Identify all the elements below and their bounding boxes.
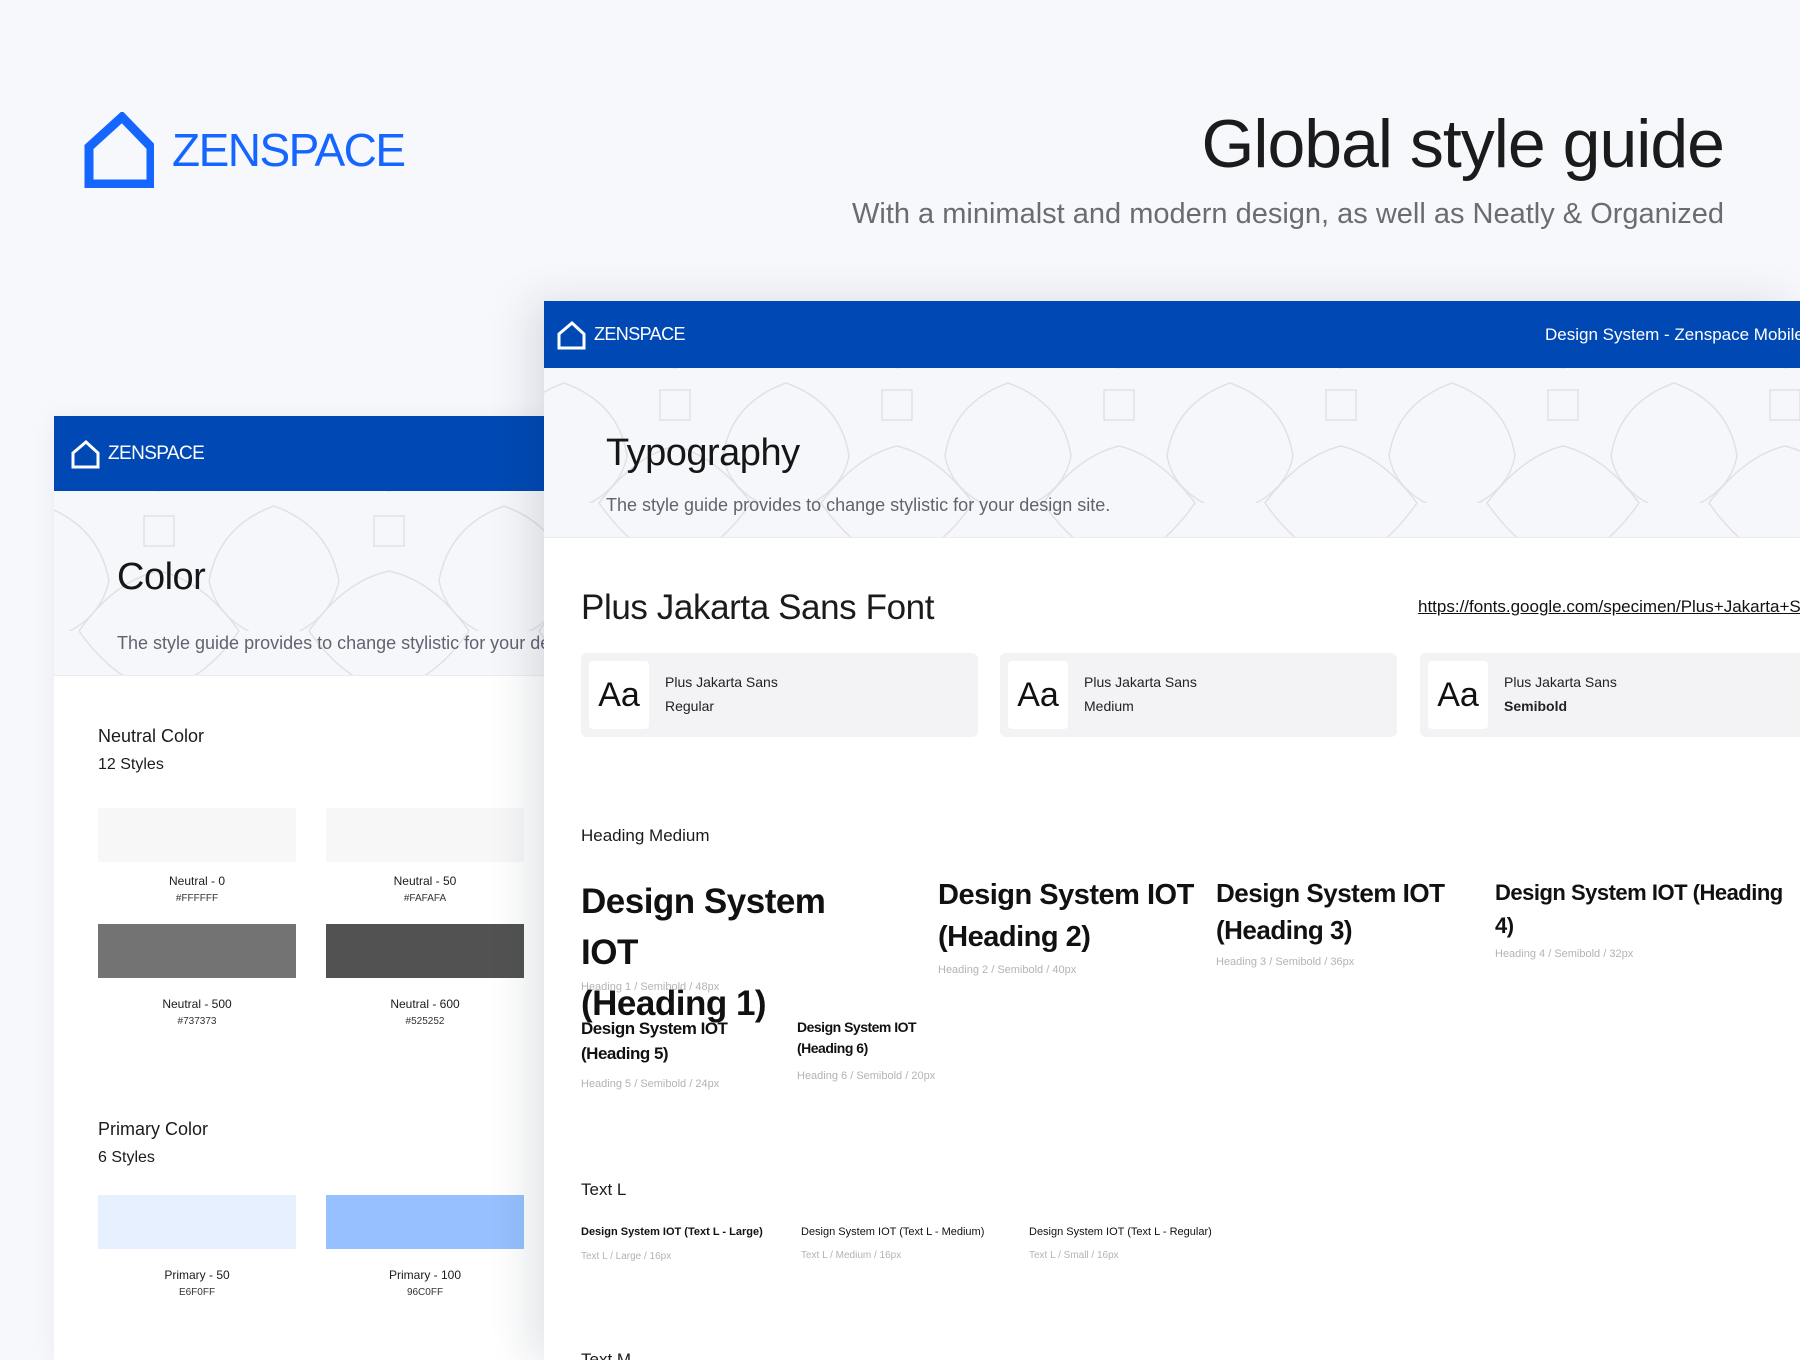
font-weight: Semibold (1504, 698, 1568, 714)
house-logo-icon (71, 439, 100, 468)
heading-line: (Heading 2) (938, 921, 1091, 953)
house-logo-icon (84, 112, 154, 188)
swatch-hex: 96C0FF (406, 1287, 444, 1298)
heading-2-meta: Heading 2 / Semibold / 40px (938, 964, 1077, 976)
swatch-name: Primary - 50 (164, 1268, 230, 1282)
font-sample-glyph: Aa (1428, 661, 1488, 729)
heading-line: Design System IOT (Heading (1495, 880, 1783, 905)
font-sample-glyph: Aa (589, 661, 649, 729)
heading-line: Design System IOT (797, 1019, 917, 1035)
swatch-hex: #525252 (405, 1016, 445, 1027)
heading-1-sample: Design System IOT (Heading 1) (581, 876, 881, 1029)
font-weight-card-semibold[interactable]: Aa Plus Jakarta Sans Semibold (1420, 653, 1800, 737)
color-card-brand: ZENSPACE (70, 439, 205, 469)
color-card-header-bar: ZENSPACE (54, 416, 564, 491)
heading-1-meta: Heading 1 / Semibold / 48px (581, 981, 720, 993)
heading-line: (Heading 5) (581, 1044, 669, 1063)
heading-6-meta: Heading 6 / Semibold / 20px (797, 1070, 936, 1082)
swatch-name: Neutral - 600 (390, 997, 460, 1011)
text-l-large-meta: Text L / Large / 16px (581, 1251, 672, 1262)
hero-brand-name: ZENSPACE (172, 124, 406, 176)
font-weight: Regular (665, 698, 715, 714)
heading-line: Design System IOT (938, 879, 1194, 911)
hero-brand: ZENSPACE (84, 112, 406, 188)
house-logo-icon (557, 320, 586, 349)
heading-3-meta: Heading 3 / Semibold / 36px (1216, 956, 1355, 968)
typography-section-subtitle: The style guide provides to change styli… (606, 495, 1111, 515)
heading-2-sample: Design System IOT (Heading 2) (938, 874, 1198, 958)
color-swatch[interactable] (326, 924, 524, 978)
color-style-card: ZENSPACE Color The style guide provides … (54, 416, 564, 1360)
font-sample-glyph: Aa (1008, 661, 1068, 729)
primary-color-count: 6 Styles (98, 1149, 155, 1166)
font-name: Plus Jakarta Sans (665, 674, 778, 690)
heading-line: Design System IOT (581, 882, 826, 972)
heading-4-sample: Design System IOT (Heading 4) (1495, 876, 1795, 942)
heading-line: Design System IOT (1216, 878, 1445, 908)
heading-5-meta: Heading 5 / Semibold / 24px (581, 1078, 720, 1090)
font-weight-card-medium[interactable]: Aa Plus Jakarta Sans Medium (1000, 653, 1397, 737)
text-l-label: Text L (581, 1180, 627, 1199)
heading-4-meta: Heading 4 / Semibold / 32px (1495, 948, 1634, 960)
swatch-name: Neutral - 500 (162, 997, 232, 1011)
color-swatch[interactable] (326, 1195, 524, 1249)
font-name: Plus Jakarta Sans (1504, 674, 1617, 690)
text-l-regular-sample: Design System IOT (Text L - Regular) (1029, 1226, 1212, 1238)
text-m-label: Text M (581, 1350, 632, 1360)
color-swatch[interactable] (98, 808, 296, 862)
color-section-title: Color (117, 556, 206, 598)
color-section-subtitle: The style guide provides to change styli… (117, 633, 564, 653)
heading-3-sample: Design System IOT (Heading 3) (1216, 875, 1456, 949)
color-card-brand-name: ZENSPACE (108, 442, 205, 464)
font-link[interactable]: https://fonts.google.com/specimen/Plus+J… (1418, 598, 1800, 615)
heading-6-sample: Design System IOT (Heading 6) (797, 1017, 957, 1059)
neutral-color-count: 12 Styles (98, 756, 164, 773)
font-family-title: Plus Jakarta Sans Font (581, 588, 935, 627)
primary-color-title: Primary Color (98, 1119, 209, 1139)
font-weight-card-regular[interactable]: Aa Plus Jakarta Sans Regular (581, 653, 978, 737)
text-l-large-sample: Design System IOT (Text L - Large) (581, 1226, 763, 1238)
swatch-hex: E6F0FF (178, 1287, 216, 1298)
typography-card-pattern-banner: Typography The style guide provides to c… (544, 368, 1800, 538)
font-name: Plus Jakarta Sans (1084, 674, 1197, 690)
typography-card-header-bar: ZENSPACE Design System - Zenspace Mobile (544, 301, 1800, 368)
heading-line: Design System IOT (581, 1019, 728, 1038)
text-l-medium-sample: Design System IOT (Text L - Medium) (801, 1226, 985, 1238)
heading-5-sample: Design System IOT (Heading 5) (581, 1016, 761, 1066)
swatch-name: Neutral - 0 (168, 874, 226, 888)
typography-section-title: Typography (606, 432, 800, 474)
neutral-color-title: Neutral Color (98, 726, 205, 746)
heading-medium-label: Heading Medium (581, 826, 710, 845)
font-weight: Medium (1084, 698, 1134, 714)
typography-card-brand-name: ZENSPACE (594, 324, 685, 344)
color-swatch[interactable] (98, 1195, 296, 1249)
heading-line: 4) (1495, 913, 1514, 938)
typography-style-card: ZENSPACE Design System - Zenspace Mobile… (544, 301, 1800, 1360)
color-swatch[interactable] (98, 924, 296, 978)
color-card-pattern-banner: Color The style guide provides to change… (54, 491, 564, 676)
heading-line: (Heading 6) (797, 1040, 868, 1056)
swatch-name: Primary - 100 (388, 1268, 462, 1282)
heading-line: (Heading 3) (1216, 915, 1353, 945)
hero-subtitle: With a minimalst and modern design, as w… (852, 198, 1724, 230)
text-l-medium-meta: Text L / Medium / 16px (801, 1250, 902, 1261)
swatch-hex: #737373 (177, 1016, 217, 1027)
swatch-hex: #FFFFFF (175, 893, 219, 904)
color-swatch[interactable] (326, 808, 524, 862)
header-project-title: Design System - Zenspace Mobile (1545, 324, 1800, 344)
typography-card-brand: ZENSPACE (556, 320, 685, 350)
swatch-hex: #FAFAFA (403, 893, 447, 904)
hero-title: Global style guide (1201, 106, 1725, 182)
text-l-regular-meta: Text L / Small / 16px (1029, 1250, 1119, 1261)
swatch-name: Neutral - 50 (393, 874, 457, 888)
